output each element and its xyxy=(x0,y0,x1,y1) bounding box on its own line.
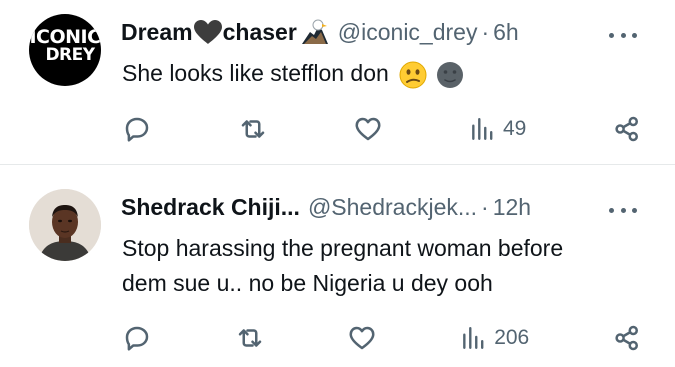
avatar-shedrack[interactable] xyxy=(29,189,101,261)
tweet-timestamp[interactable]: 12h xyxy=(493,194,531,221)
tweet-2[interactable]: Shedrack Chiji... @Shedrackjek... · 12h … xyxy=(0,165,675,367)
like-button[interactable] xyxy=(347,323,377,353)
display-name-part2: chaser xyxy=(222,18,297,45)
tweet-text-line: Stop harassing the pregnant woman before xyxy=(122,235,564,261)
views-chart-icon xyxy=(463,327,484,349)
reply-button[interactable] xyxy=(122,114,152,144)
views-button[interactable]: 206 xyxy=(460,325,529,351)
display-name[interactable]: Dream chaser xyxy=(121,18,330,46)
tweet-1[interactable]: ICONIC DREY Dream chaser @iconic_drey · … xyxy=(0,0,675,165)
avatar-iconic-drey[interactable]: ICONIC DREY xyxy=(29,14,101,86)
tweet-actions: 49 xyxy=(122,112,642,146)
avatar-logo: ICONIC DREY xyxy=(29,26,101,65)
retweet-button[interactable] xyxy=(235,323,265,353)
display-name-part1: Dream xyxy=(121,18,193,45)
avatar-logo-line2: DREY xyxy=(45,45,95,65)
reply-icon xyxy=(125,117,149,142)
share-icon xyxy=(615,116,638,142)
avatar-logo-line1: ICONIC xyxy=(29,26,101,48)
tweet-text-line: dem sue u.. no be Nigeria u dey ooh xyxy=(122,270,493,296)
retweet-icon xyxy=(241,120,264,138)
views-count: 206 xyxy=(494,326,530,349)
more-options-icon[interactable] xyxy=(609,205,637,215)
new-moon-face-icon xyxy=(436,61,463,88)
tweet-header: Dream chaser @iconic_drey · 6h xyxy=(121,17,519,47)
tweet-timestamp[interactable]: 6h xyxy=(493,19,519,46)
tweet-text: Stop harassing the pregnant woman before… xyxy=(122,231,563,301)
heart-icon xyxy=(349,326,375,350)
reply-icon xyxy=(125,326,149,351)
slightly-frowning-face-icon xyxy=(399,61,427,89)
display-name[interactable]: Shedrack Chiji... xyxy=(121,194,300,221)
heart-icon xyxy=(355,117,381,141)
retweet-icon xyxy=(238,329,261,347)
tweet-text: She looks like stefflon don xyxy=(122,56,465,91)
user-handle[interactable]: @iconic_drey xyxy=(338,19,478,46)
eagle-icon xyxy=(301,19,328,44)
user-handle[interactable]: @Shedrackjek... xyxy=(308,194,477,221)
share-button[interactable] xyxy=(612,323,642,353)
views-chart-icon xyxy=(472,118,493,140)
more-options-icon[interactable] xyxy=(609,30,637,40)
tweet-header: Shedrack Chiji... @Shedrackjek... · 12h xyxy=(121,192,531,222)
separator-dot: · xyxy=(481,18,490,45)
share-icon xyxy=(615,325,638,351)
separator-dot: · xyxy=(481,193,489,220)
like-button[interactable] xyxy=(353,114,383,144)
retweet-button[interactable] xyxy=(238,114,268,144)
reply-button[interactable] xyxy=(122,323,152,353)
black-heart-icon xyxy=(193,20,222,44)
avatar-photo xyxy=(29,189,101,261)
share-button[interactable] xyxy=(612,114,642,144)
tweet-text-line: She looks like stefflon don xyxy=(122,60,389,86)
views-button[interactable]: 49 xyxy=(469,116,526,142)
views-count: 49 xyxy=(502,117,527,140)
tweet-actions: 206 xyxy=(122,321,642,355)
